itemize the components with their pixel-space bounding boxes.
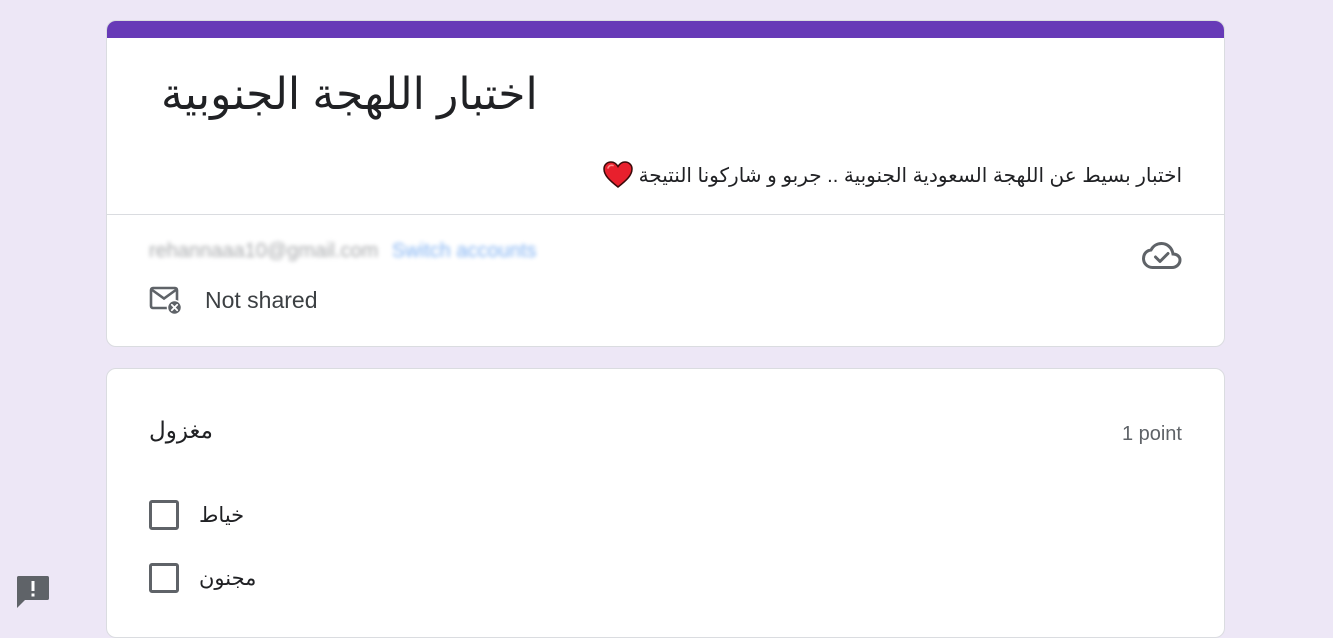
question-title: مغزول	[149, 417, 213, 443]
option-item[interactable]: خياط	[149, 500, 244, 530]
option-item[interactable]: مجنون	[149, 563, 256, 593]
question-card: مغزول 1 point خياط مجنون	[106, 368, 1225, 638]
theme-accent-bar	[107, 21, 1224, 38]
account-info-row: rehannaaa10@gmail.com Switch accounts	[149, 240, 536, 263]
not-shared-label: Not shared	[205, 286, 318, 313]
report-feedback-icon[interactable]	[15, 574, 51, 610]
form-description-text: اختبار بسيط عن اللهجة السعودية الجنوبية …	[638, 164, 1182, 187]
checkbox[interactable]	[149, 563, 179, 593]
form-description: اختبار بسيط عن اللهجة السعودية الجنوبية …	[602, 161, 1182, 189]
mail-not-shared-icon	[149, 286, 183, 315]
checkbox[interactable]	[149, 500, 179, 530]
account-email: rehannaaa10@gmail.com	[149, 240, 379, 262]
header-divider	[107, 214, 1224, 215]
heart-icon	[602, 161, 633, 188]
option-label: مجنون	[199, 566, 257, 590]
switch-accounts-link[interactable]: Switch accounts	[392, 240, 537, 262]
form-header-card: اختبار اللهجة الجنوبية اختبار بسيط عن ال…	[106, 20, 1225, 347]
not-shared-row: Not shared	[149, 285, 318, 315]
form-title: اختبار اللهجة الجنوبية	[161, 70, 538, 119]
option-label: خياط	[199, 503, 245, 527]
question-points: 1 point	[1121, 423, 1182, 445]
cloud-done-icon	[1142, 241, 1182, 269]
